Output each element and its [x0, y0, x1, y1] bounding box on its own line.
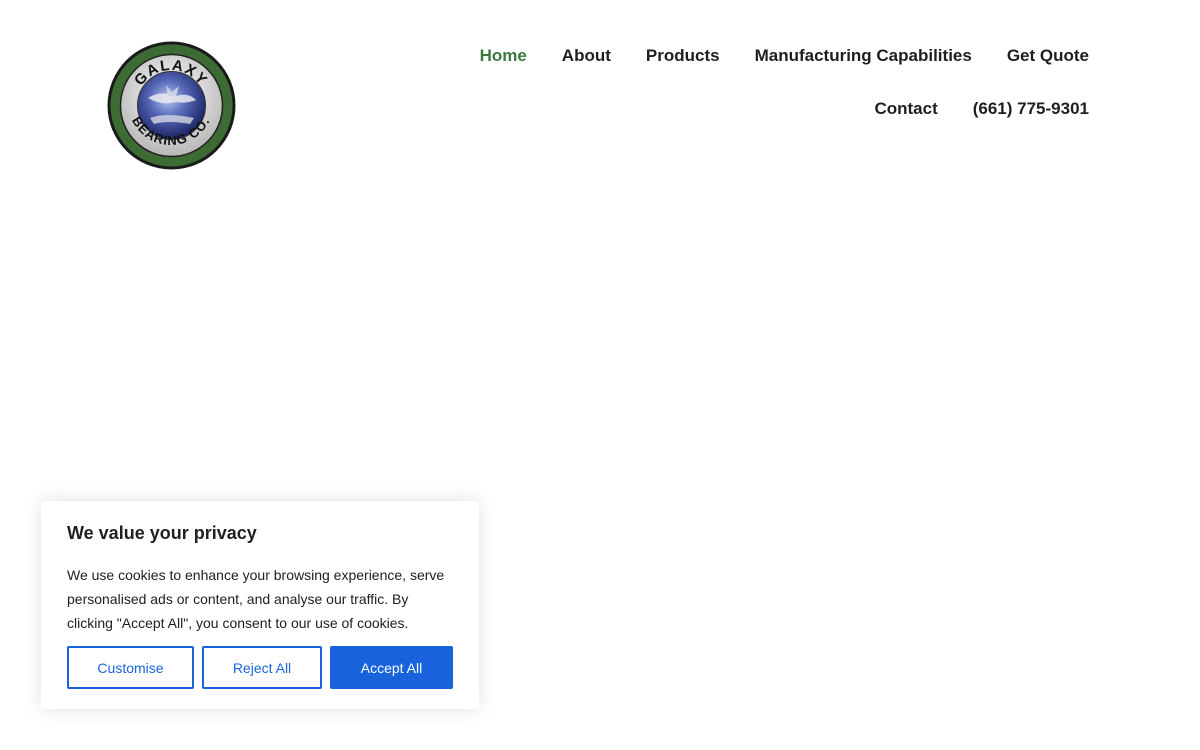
nav-link-get-quote[interactable]: Get Quote — [1007, 46, 1089, 66]
accept-all-button[interactable]: Accept All — [330, 646, 453, 689]
nav-link-contact[interactable]: Contact — [874, 99, 937, 119]
cookie-banner-title: We value your privacy — [67, 523, 257, 543]
nav-row-secondary: Contact (661) 775-9301 — [449, 97, 1089, 121]
nav-link-about[interactable]: About — [562, 46, 611, 66]
galaxy-bearing-logo[interactable]: GALAXY BEARING CO. — [106, 40, 237, 171]
cookie-banner-buttons: Customise Reject All Accept All — [67, 646, 453, 689]
customise-button[interactable]: Customise — [67, 646, 194, 689]
reject-all-button[interactable]: Reject All — [202, 646, 322, 689]
nav-link-home[interactable]: Home — [480, 46, 527, 66]
nav-link-products[interactable]: Products — [646, 46, 720, 66]
nav-row-primary: Home About Products Manufacturing Capabi… — [449, 44, 1089, 68]
nav-link-manufacturing-capabilities[interactable]: Manufacturing Capabilities — [755, 46, 972, 66]
cookie-banner-text: We use cookies to enhance your browsing … — [67, 567, 445, 631]
nav-link-phone[interactable]: (661) 775-9301 — [973, 99, 1089, 119]
main-navigation: Home About Products Manufacturing Capabi… — [449, 44, 1089, 121]
page: GALAXY BEARING CO. Home About Products M… — [0, 0, 1200, 750]
logo-image: GALAXY BEARING CO. — [107, 41, 236, 170]
cookie-consent-banner: We value your privacy We use cookies to … — [41, 501, 479, 709]
